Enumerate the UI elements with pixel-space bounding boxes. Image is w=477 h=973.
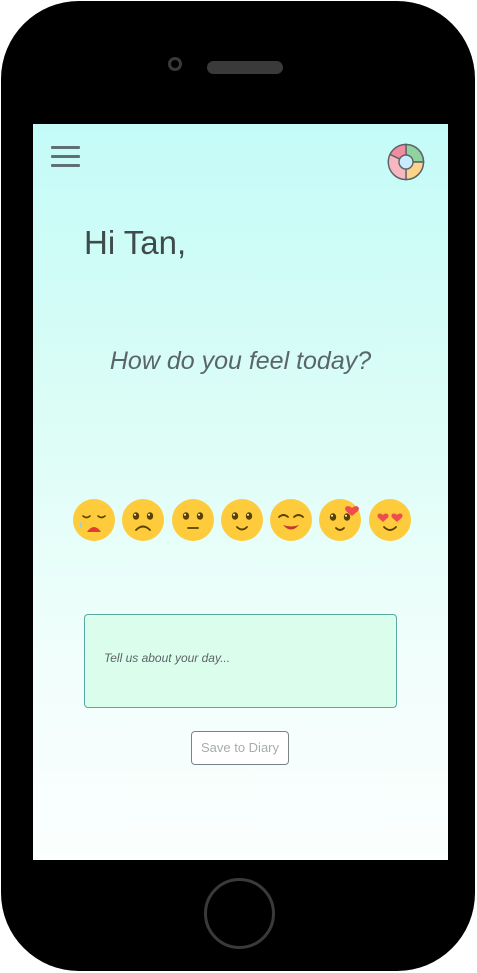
mood-option-neutral[interactable]: [171, 498, 215, 542]
diary-text-input[interactable]: [85, 615, 396, 707]
mood-question: How do you feel today?: [109, 347, 372, 375]
mood-option-sad[interactable]: [121, 498, 165, 542]
slight-smile-face-icon: [221, 499, 263, 541]
greeting-text: Hi Tan,: [84, 224, 187, 261]
heart-eyes-face-icon: [369, 499, 411, 541]
crying-face-icon: [73, 499, 115, 541]
mood-option-love[interactable]: [318, 498, 362, 542]
profile-avatar[interactable]: [387, 143, 425, 181]
sad-face-icon: [122, 499, 164, 541]
pie-chart-avatar-icon: [387, 143, 425, 181]
earpiece-speaker: [207, 61, 283, 74]
save-to-diary-button[interactable]: Save to Diary: [191, 731, 289, 765]
mood-option-slight-smile[interactable]: [220, 498, 264, 542]
mood-option-heart-eyes[interactable]: [368, 498, 412, 542]
phone-frame: Hi Tan, How do you feel today? Tell us a…: [1, 1, 475, 971]
neutral-face-icon: [172, 499, 214, 541]
hamburger-menu-icon[interactable]: [51, 144, 81, 168]
mood-option-content[interactable]: [269, 498, 313, 542]
diary-entry-box: [84, 614, 397, 708]
content-smile-face-icon: [270, 499, 312, 541]
smiling-face-with-heart-icon: [319, 499, 361, 541]
mood-option-crying[interactable]: [72, 498, 116, 542]
front-camera: [168, 57, 182, 71]
home-button[interactable]: [204, 878, 275, 949]
mood-selector: [72, 498, 417, 544]
app-screen: Hi Tan, How do you feel today? Tell us a…: [33, 124, 448, 860]
